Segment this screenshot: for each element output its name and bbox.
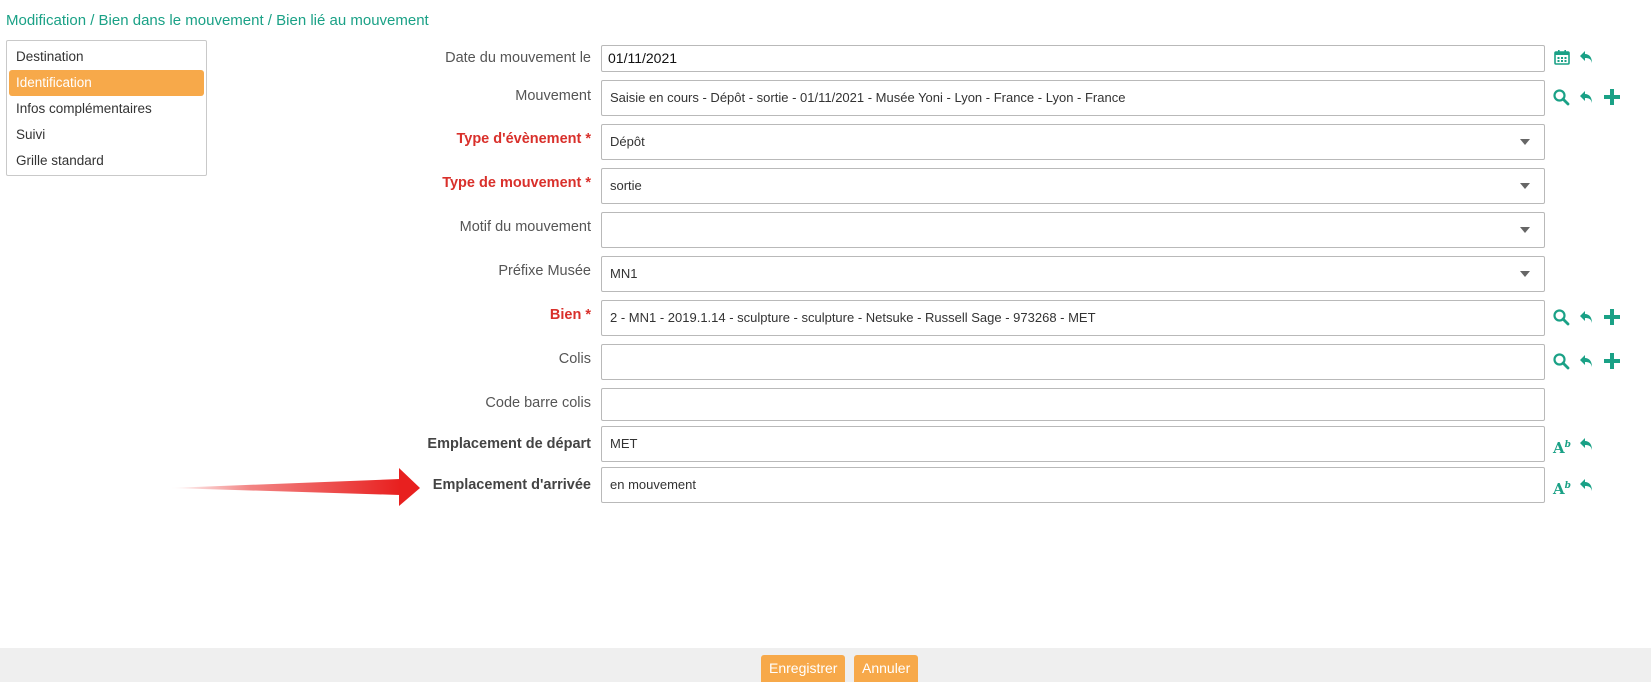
type-evenement-select[interactable]: Dépôt: [601, 124, 1545, 160]
add-icon[interactable]: [1603, 308, 1621, 326]
type-mouvement-select[interactable]: sortie: [601, 168, 1545, 204]
motif-select[interactable]: [601, 212, 1545, 248]
side-item-identification[interactable]: Identification: [9, 70, 204, 96]
undo-icon[interactable]: [1578, 476, 1596, 494]
chevron-down-icon: [1520, 271, 1530, 277]
chevron-down-icon: [1520, 227, 1530, 233]
annotation-arrow-icon: [170, 468, 420, 506]
side-item-infos-complementaires[interactable]: Infos complémentaires: [9, 96, 204, 122]
save-button[interactable]: Enregistrer: [761, 655, 846, 682]
date-label: Date du mouvement le: [445, 50, 591, 66]
side-item-destination[interactable]: Destination: [9, 44, 204, 70]
emplacement-depart-field[interactable]: MET: [601, 426, 1545, 462]
chevron-down-icon: [1520, 139, 1530, 145]
search-icon[interactable]: [1552, 88, 1570, 106]
undo-icon[interactable]: [1578, 308, 1596, 326]
chevron-down-icon: [1520, 183, 1530, 189]
emplacement-arrivee-field[interactable]: en mouvement: [601, 467, 1545, 503]
mouvement-label: Mouvement: [515, 88, 591, 104]
emplacement-depart-label: Emplacement de départ: [427, 436, 591, 452]
text-format-icon[interactable]: Ab: [1553, 477, 1571, 498]
date-input[interactable]: 01/11/2021: [601, 45, 1545, 72]
calendar-icon[interactable]: [1553, 48, 1571, 66]
bien-field[interactable]: 2 - MN1 - 2019.1.14 - sculpture - sculpt…: [601, 300, 1545, 336]
code-barre-label: Code barre colis: [485, 395, 591, 411]
motif-label: Motif du mouvement: [459, 219, 591, 235]
search-icon[interactable]: [1552, 352, 1570, 370]
search-icon[interactable]: [1552, 308, 1570, 326]
undo-icon[interactable]: [1578, 48, 1596, 66]
code-barre-input[interactable]: [601, 388, 1545, 421]
breadcrumb[interactable]: Modification / Bien dans le mouvement / …: [6, 12, 429, 29]
prefixe-label: Préfixe Musée: [498, 263, 591, 279]
colis-label: Colis: [558, 351, 591, 367]
type-evenement-label: Type d'évènement *: [456, 131, 591, 147]
emplacement-arrivee-label: Emplacement d'arrivée: [432, 477, 591, 493]
add-icon[interactable]: [1603, 88, 1621, 106]
bien-label: Bien *: [549, 307, 591, 323]
side-menu: Destination Identification Infos complém…: [6, 40, 207, 176]
undo-icon[interactable]: [1578, 88, 1596, 106]
undo-icon[interactable]: [1578, 435, 1596, 453]
text-format-icon[interactable]: Ab: [1553, 436, 1571, 457]
side-item-suivi[interactable]: Suivi: [9, 122, 204, 148]
cancel-button[interactable]: Annuler: [854, 655, 919, 682]
mouvement-field[interactable]: Saisie en cours - Dépôt - sortie - 01/11…: [601, 80, 1545, 116]
add-icon[interactable]: [1603, 352, 1621, 370]
prefixe-select[interactable]: MN1: [601, 256, 1545, 292]
type-mouvement-label: Type de mouvement *: [442, 175, 591, 191]
side-item-grille-standard[interactable]: Grille standard: [9, 148, 204, 174]
colis-field[interactable]: [601, 344, 1545, 380]
undo-icon[interactable]: [1578, 352, 1596, 370]
